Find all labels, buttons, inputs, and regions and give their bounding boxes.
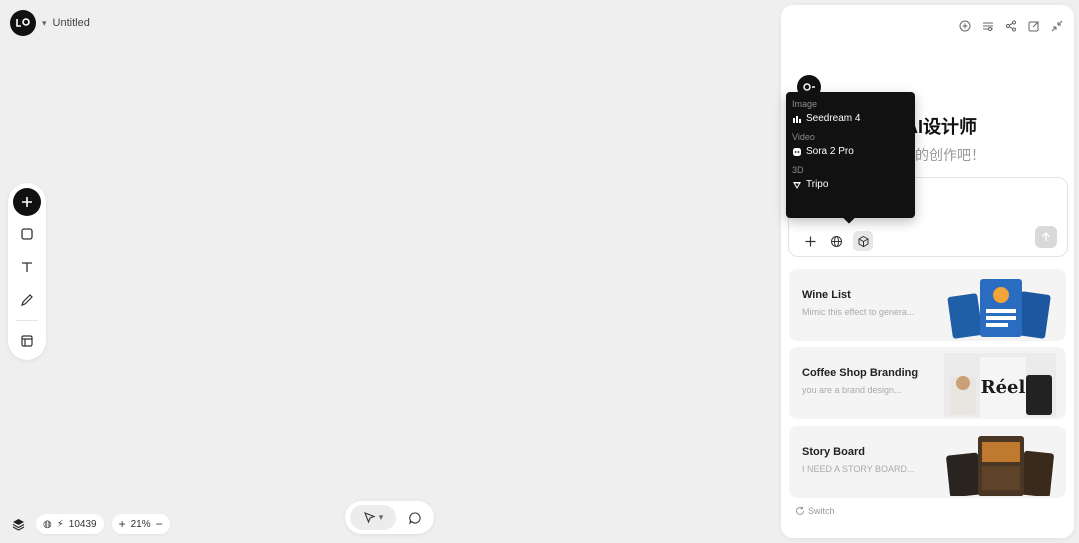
model-option-seedream[interactable]: Seedream 4 xyxy=(792,113,909,124)
cube-icon xyxy=(858,235,868,247)
switch-button[interactable]: Switch xyxy=(795,506,835,516)
svg-text:Réel: Réel xyxy=(981,377,1026,398)
panel-header-actions xyxy=(958,19,1064,33)
edit-button[interactable] xyxy=(1027,19,1041,33)
prompt-actions xyxy=(801,231,873,251)
logo-icon xyxy=(16,18,30,27)
layers-icon xyxy=(12,518,24,531)
left-toolbar xyxy=(8,183,46,360)
text-tool-button[interactable] xyxy=(12,252,42,282)
sora-icon xyxy=(793,147,801,156)
model-option-sora[interactable]: Sora 2 Pro xyxy=(792,146,909,157)
layout-icon xyxy=(21,335,33,347)
zoom-in-button[interactable]: + xyxy=(119,517,126,531)
model-option-tripo[interactable]: Tripo xyxy=(792,179,909,190)
wine-list-thumbnail xyxy=(947,279,1051,339)
cursor-icon xyxy=(363,512,376,524)
tripo-icon xyxy=(793,181,801,189)
rectangle-tool-button[interactable] xyxy=(12,219,42,249)
template-card-story-board[interactable]: Story Board I NEED A STORY BOARD... xyxy=(789,426,1066,498)
sliders-icon xyxy=(983,22,993,31)
settings-button[interactable] xyxy=(981,19,995,33)
zoom-control: + 21% − xyxy=(111,514,170,534)
new-chat-button[interactable] xyxy=(958,19,972,33)
select-tool-button[interactable]: ▾ xyxy=(350,505,396,530)
attach-button[interactable] xyxy=(801,232,819,250)
template-card-coffee-branding[interactable]: Coffee Shop Branding you are a brand des… xyxy=(789,347,1066,419)
share-button[interactable] xyxy=(1004,19,1018,33)
credits-badge[interactable]: ◍ ⚡ 10439 xyxy=(36,514,104,534)
topbar: ▾ Untitled xyxy=(10,10,90,36)
canvas[interactable] xyxy=(0,0,780,543)
zoom-level: 21% xyxy=(130,518,151,530)
toolbar-divider xyxy=(16,320,38,321)
edit-icon xyxy=(1028,21,1039,32)
credits-count: 10439 xyxy=(68,518,97,530)
model-option-label: Seedream 4 xyxy=(806,113,861,124)
pen-tool-button[interactable] xyxy=(12,285,42,315)
new-chat-icon xyxy=(959,20,971,32)
model-option-label: Sora 2 Pro xyxy=(806,146,854,157)
card-title: Wine List xyxy=(802,289,851,301)
pencil-icon xyxy=(21,294,33,306)
chevron-down-icon[interactable]: ▾ xyxy=(42,18,47,29)
refresh-icon xyxy=(796,506,804,515)
square-icon xyxy=(21,228,33,240)
send-button[interactable] xyxy=(1035,226,1057,248)
story-board-thumbnail xyxy=(946,436,1054,496)
comment-tool-button[interactable] xyxy=(404,507,426,529)
dropdown-section-video: Video xyxy=(792,132,815,142)
bolt-icon: ⚡ xyxy=(56,518,64,530)
comment-icon xyxy=(409,511,421,525)
card-description: you are a brand design... xyxy=(802,385,902,395)
card-title: Coffee Shop Branding xyxy=(802,367,919,379)
assistant-panel: 你的AI设计师 的创作吧！ Wine List Mimic this effec… xyxy=(781,5,1074,538)
model-select-button[interactable] xyxy=(853,231,873,251)
text-icon xyxy=(22,262,32,272)
mode-switcher: ▾ xyxy=(345,501,434,534)
plus-icon xyxy=(22,197,32,207)
zoom-out-button[interactable]: − xyxy=(156,517,163,531)
card-description: I NEED A STORY BOARD... xyxy=(802,464,915,474)
collapse-icon xyxy=(1051,20,1063,32)
frame-tool-button[interactable] xyxy=(12,326,42,356)
coffee-branding-thumbnail: Réel xyxy=(944,353,1056,417)
collapse-button[interactable] xyxy=(1050,19,1064,33)
switch-label: Switch xyxy=(808,506,835,516)
card-title: Story Board xyxy=(802,446,865,458)
bar-chart-icon xyxy=(793,115,801,123)
dropdown-section-3d: 3D xyxy=(792,165,804,175)
add-tool-button[interactable] xyxy=(13,188,41,216)
document-title[interactable]: Untitled xyxy=(53,17,90,29)
bottom-left-bar: ◍ ⚡ 10439 + 21% − xyxy=(8,514,170,534)
template-card-wine-list[interactable]: Wine List Mimic this effect to genera... xyxy=(789,269,1066,341)
model-dropdown: Image Seedream 4 Video Sora 2 Pro 3D Tri… xyxy=(786,92,915,224)
card-description: Mimic this effect to genera... xyxy=(802,307,915,317)
share-icon xyxy=(1006,20,1016,32)
globe-icon xyxy=(830,235,842,247)
community-icon: ◍ xyxy=(43,518,52,530)
model-option-label: Tripo xyxy=(806,179,829,190)
plus-icon xyxy=(805,236,815,246)
welcome-subtitle: 的创作吧！ xyxy=(915,147,985,163)
app-logo[interactable] xyxy=(10,10,36,36)
layers-button[interactable] xyxy=(8,514,28,534)
chevron-down-icon: ▾ xyxy=(378,512,384,522)
dropdown-section-image: Image xyxy=(792,99,818,109)
web-search-button[interactable] xyxy=(827,232,845,250)
arrow-up-icon xyxy=(1042,232,1050,241)
